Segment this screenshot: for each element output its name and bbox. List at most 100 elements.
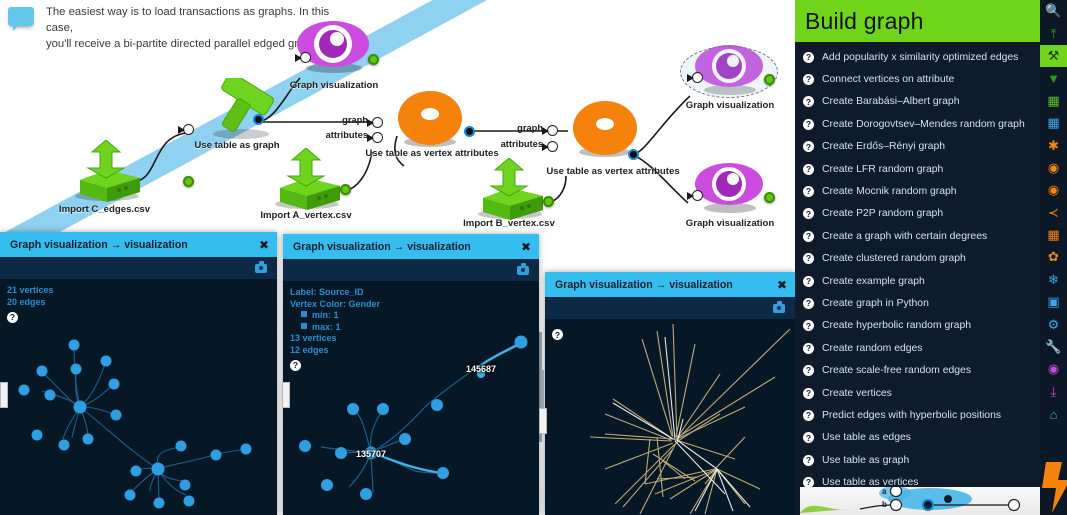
sidebar-item-create-hyperbolic-random-graph[interactable]: ? Create hyperbolic random graph [795,315,1040,337]
close-icon[interactable]: ✖ [777,279,787,291]
hat-icon[interactable]: ⌂ [1040,403,1067,425]
mini-graph-preview[interactable]: a b [800,487,1040,515]
globe-icon[interactable]: ◉ [1040,157,1067,179]
sidebar-item-add-popularity-x-similarity-optimized-edges[interactable]: ? Add popularity x similarity optimized e… [795,46,1040,68]
port-in-graph-visualization-2[interactable] [687,72,703,83]
help-icon[interactable]: ? [803,365,814,377]
node-use-table-as-vertex-attributes-2[interactable]: graph attributes Use table as vertex att… [501,98,680,177]
close-icon[interactable]: ✖ [259,239,269,251]
port-out-import-b-vertex[interactable] [543,196,554,207]
camera-icon[interactable] [517,263,529,275]
search-icon[interactable]: 🔍 [1040,0,1067,22]
help-icon[interactable]: ? [803,253,814,265]
help-icon[interactable]: ? [552,329,563,340]
help-icon[interactable]: ? [7,312,18,323]
port-out-graph-visualization-3[interactable] [764,192,775,203]
sidebar-item-create-vertices[interactable]: ? Create vertices [795,382,1040,404]
sidebar-item-create-lfr-random-graph[interactable]: ? Create LFR random graph [795,158,1040,180]
panel-2-toolbar[interactable] [283,259,539,281]
help-icon[interactable]: ? [803,342,814,354]
help-icon[interactable]: ? [803,409,814,421]
panel-3-header[interactable]: Graph visualization → visualization ✖ [545,272,795,297]
panel-2-canvas[interactable]: Label: Source_ID Vertex Color: Gender mi… [283,281,539,515]
panel-2-header[interactable]: Graph visualization → visualization ✖ [283,234,539,259]
help-icon[interactable]: ? [803,186,814,198]
sidebar-item-create-example-graph[interactable]: ? Create example graph [795,270,1040,292]
grid-green-icon[interactable]: ▦ [1040,90,1067,112]
camera-icon[interactable] [773,301,785,313]
node-import-a-vertex[interactable]: Import A_vertex.csv [260,147,352,221]
panel-graph-visualization-2[interactable]: Graph visualization → visualization ✖ La… [282,234,547,515]
help-icon[interactable]: ? [803,208,814,220]
help-icon[interactable]: ? [803,141,814,153]
panel-1-canvas[interactable]: 21 vertices 20 edges ? [0,279,277,515]
download-icon[interactable]: ⤓ [1040,381,1067,403]
filter-funnel-icon[interactable]: ▼ [1040,67,1067,89]
panel-2-left-resize-handle[interactable] [282,382,290,408]
help-icon[interactable]: ? [803,387,814,399]
panel-1-toolbar[interactable] [0,257,277,279]
dot-circle-icon[interactable]: ◉ [1040,179,1067,201]
port-in-attributes-2[interactable]: attributes [501,139,558,152]
port-in-graph-visualization-1[interactable] [295,52,311,63]
panel-2-right-resize-handle[interactable] [539,408,547,434]
node-import-b-vertex[interactable]: Import B_vertex.csv [463,157,555,229]
sidebar-item-create-scale-free-random-edges[interactable]: ? Create scale-free random edges [795,359,1040,381]
help-icon[interactable]: ? [803,275,814,287]
port-in-attributes-1[interactable]: attributes [326,130,383,143]
node-use-table-as-vertex-attributes-1[interactable]: graph attributes Use table as vertex att… [326,88,499,159]
panel-3-canvas[interactable]: ? [545,319,795,515]
sidebar-item-connect-vertices-on-attribute[interactable]: ? Connect vertices on attribute [795,68,1040,90]
sidebar-item-use-table-as-graph[interactable]: ? Use table as graph [795,449,1040,471]
sidebar-item-create-graph-in-python[interactable]: ? Create graph in Python [795,292,1040,314]
port-in-use-table-as-graph[interactable] [178,124,194,135]
robot-icon[interactable]: ▣ [1040,291,1067,313]
port-out-import-a-vertex[interactable] [340,184,351,195]
help-icon[interactable]: ? [803,96,814,108]
port-in-graph-visualization-3[interactable] [687,190,703,201]
help-icon[interactable]: ? [803,118,814,130]
import-upload-icon[interactable]: ⤒ [1040,22,1067,44]
wrench-icon[interactable]: 🔧 [1040,336,1067,358]
port-out-vertex-attributes-2[interactable] [628,149,639,160]
port-out-import-c-edges[interactable] [183,176,194,187]
eye-visualize-icon[interactable]: ◉ [1040,358,1067,380]
help-icon[interactable]: ? [803,454,814,466]
port-in-graph-2[interactable]: graph [517,123,558,136]
sidebar-item-create-clustered-random-graph[interactable]: ? Create clustered random graph [795,248,1040,270]
port-in-graph-1[interactable]: graph [342,115,383,128]
sidebar-item-create-barab-si-albert-graph[interactable]: ? Create Barabási–Albert graph [795,91,1040,113]
port-out-use-table-as-graph[interactable] [253,114,264,125]
grid-orange-icon[interactable]: ▦ [1040,224,1067,246]
gears-icon[interactable]: ⚙ [1040,313,1067,335]
panel-1-header[interactable]: Graph visualization → visualization ✖ [0,232,277,257]
sidebar-item-create-dorogovtsev-mendes-random-graph[interactable]: ? Create Dorogovtsev–Mendes random graph [795,113,1040,135]
sidebar-item-create-a-graph-with-certain-degrees[interactable]: ? Create a graph with certain degrees [795,225,1040,247]
panel-graph-visualization-1[interactable]: Graph visualization → visualization ✖ 21… [0,232,277,515]
panel-1-resize-handle[interactable] [0,382,8,408]
grid-blue-icon[interactable]: ▦ [1040,112,1067,134]
sidebar-item-create-random-edges[interactable]: ? Create random edges [795,337,1040,359]
close-icon[interactable]: ✖ [521,241,531,253]
sidebar-item-use-table-as-edges[interactable]: ? Use table as edges [795,427,1040,449]
help-icon[interactable]: ? [803,432,814,444]
port-out-graph-visualization-2[interactable] [764,74,775,85]
share-network-icon[interactable]: ≺ [1040,202,1067,224]
help-icon[interactable]: ? [803,163,814,175]
node-graph-visualization-3[interactable]: Graph visualization [684,160,775,229]
port-out-vertex-attributes-1[interactable] [464,126,475,137]
asterisk-icon[interactable]: ✱ [1040,134,1067,156]
port-out-graph-visualization-1[interactable] [368,54,379,65]
help-icon[interactable]: ? [803,320,814,332]
node-import-c-edges[interactable]: Import C_edges.csv [59,139,194,215]
sidebar-item-predict-edges-with-hyperbolic-positions[interactable]: ? Predict edges with hyperbolic positions [795,404,1040,426]
node-use-table-as-graph[interactable]: Use table as graph [178,72,285,151]
help-icon[interactable]: ? [803,297,814,309]
tree-icon[interactable]: ✿ [1040,246,1067,268]
panel-graph-visualization-3[interactable]: Graph visualization → visualization ✖ ? [539,272,795,515]
sidebar-item-create-p2p-random-graph[interactable]: ? Create P2P random graph [795,203,1040,225]
build-graph-hammer-icon[interactable]: ⚒ [1040,44,1067,68]
camera-icon[interactable] [255,261,267,273]
node-graph-visualization-2[interactable]: Graph visualization [680,42,778,111]
sidebar-item-create-erd-s-r-nyi-graph[interactable]: ? Create Erdős–Rényi graph [795,136,1040,158]
